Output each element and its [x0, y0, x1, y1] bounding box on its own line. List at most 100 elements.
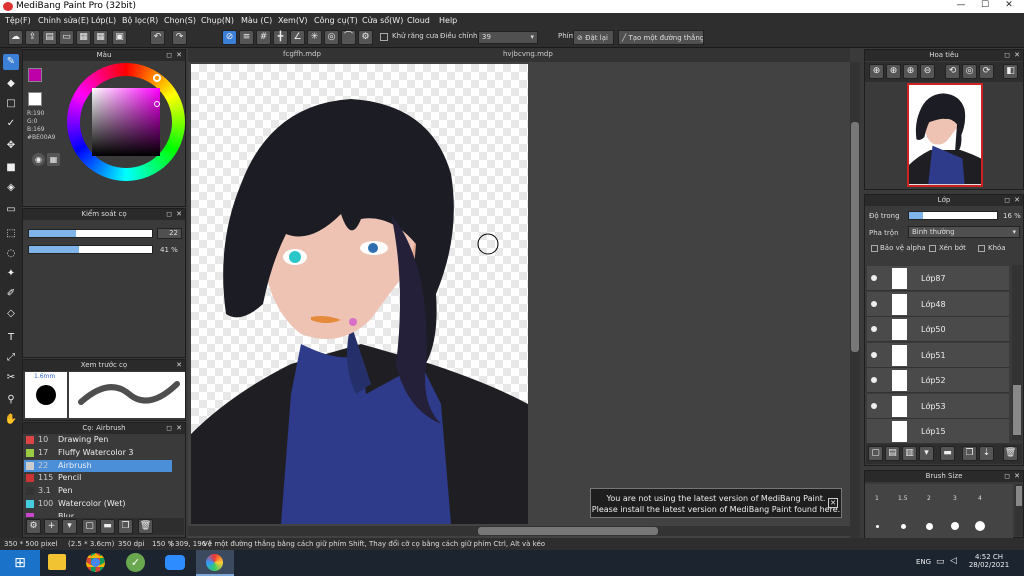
delete-layer-icon[interactable]: 🗑 — [1003, 446, 1018, 461]
brush-list-item[interactable]: 100 Watercolor (Wet) — [24, 498, 172, 510]
layer-row[interactable]: Lớp15 — [867, 419, 1009, 444]
close-panel-icon[interactable]: ✕ — [1014, 50, 1020, 61]
angle-snap-icon[interactable]: ∠ — [290, 30, 305, 45]
brush-list-item[interactable]: 3.1 Pen — [24, 485, 172, 497]
brush-size-grid[interactable]: 1 1.5 2 3 4 — [865, 484, 1013, 538]
size-dot[interactable] — [926, 523, 933, 530]
menu-select[interactable]: Chọn(S) — [164, 16, 196, 25]
close-panel-icon[interactable]: ✕ — [176, 360, 182, 371]
layer-options-icon[interactable]: ▾ — [919, 446, 934, 461]
new-file-icon[interactable]: ☁ — [8, 30, 23, 45]
menu-tools[interactable]: Công cụ(T) — [314, 16, 358, 25]
brush-size-scrollbar[interactable] — [1015, 484, 1023, 536]
brush-tool-icon[interactable]: ✎ — [3, 54, 19, 70]
dock-icon[interactable]: ◻ — [166, 423, 172, 434]
save-icon[interactable]: ▤ — [42, 30, 57, 45]
delete-brush-icon[interactable]: 🗑 — [138, 519, 153, 534]
new-halftone-layer-icon[interactable]: ▥ — [902, 446, 917, 461]
gradient-tool-icon[interactable]: ▭ — [3, 202, 19, 218]
menu-edit[interactable]: Chỉnh sửa(E) — [38, 16, 89, 25]
brush-list-item[interactable]: 115 Pencil — [24, 472, 172, 484]
select-tool-icon[interactable]: ⬚ — [3, 226, 19, 242]
dock-icon[interactable]: ◻ — [1004, 50, 1010, 61]
blend-mode-select[interactable]: Bình thường ▾ — [908, 226, 1020, 238]
settings-snap-icon[interactable]: ⚙ — [358, 30, 373, 45]
brush-list-item[interactable]: 10 Drawing Pen — [24, 434, 172, 446]
layer-row[interactable]: Lớp52 — [867, 368, 1009, 393]
update-notice[interactable]: You are not using the latest version of … — [590, 488, 842, 518]
navigator-thumbnail[interactable] — [907, 83, 983, 187]
medibang-taskbar-button[interactable] — [196, 550, 234, 576]
maximize-button[interactable]: ☐ — [972, 0, 998, 13]
saturation-value-square[interactable] — [92, 88, 160, 156]
eraser-tool-icon[interactable]: ◆ — [3, 76, 19, 92]
sv-handle[interactable] — [154, 101, 160, 107]
close-button[interactable]: ✕ — [996, 0, 1022, 13]
size-preset-4[interactable]: 4 — [978, 495, 982, 502]
new-color-layer-icon[interactable]: ▤ — [885, 446, 900, 461]
select-eraser-icon[interactable]: ◇ — [3, 306, 19, 322]
close-notice-icon[interactable]: ✕ — [828, 498, 838, 508]
visibility-icon[interactable] — [871, 275, 877, 281]
menu-layer[interactable]: Lớp(L) — [91, 16, 116, 25]
vertical-scrollbar[interactable] — [850, 62, 860, 538]
snap-off-icon[interactable]: ⊘ — [222, 30, 237, 45]
bandicam-icon[interactable]: ✓ — [126, 553, 145, 572]
lock-checkbox[interactable] — [978, 245, 985, 252]
duplicate-layer-icon[interactable]: ❐ — [962, 446, 977, 461]
circle-snap-icon[interactable]: ◎ — [324, 30, 339, 45]
menu-window[interactable]: Cửa sổ(W) — [362, 16, 403, 25]
secondary-color-swatch[interactable] — [28, 92, 42, 106]
protect-alpha-checkbox[interactable] — [871, 245, 878, 252]
straight-line-button[interactable]: ╱ Tạo một đường thẳng — [618, 30, 704, 45]
divide-tool-icon[interactable]: ✂ — [3, 370, 19, 386]
grid-snap-icon[interactable]: # — [256, 30, 271, 45]
size-dot[interactable] — [975, 521, 985, 531]
zoom-search-icon[interactable]: ⊕ — [903, 64, 918, 79]
minimize-button[interactable]: — — [948, 0, 974, 13]
size-preset-3[interactable]: 3 — [953, 495, 957, 502]
size-dot[interactable] — [876, 525, 879, 528]
windows-start-icon[interactable]: ⊞ — [0, 550, 40, 576]
menu-file[interactable]: Tệp(F) — [5, 16, 31, 25]
zoom-fit-icon[interactable]: ⊕ — [886, 64, 901, 79]
visibility-icon[interactable] — [871, 300, 877, 307]
magic-wand-icon[interactable]: ✦ — [3, 266, 19, 282]
layer-row[interactable]: Lớp50 — [867, 317, 1009, 342]
visibility-icon[interactable] — [871, 351, 877, 358]
radial-snap-icon[interactable]: ✳ — [307, 30, 322, 45]
zoom-in-icon[interactable]: ⊕ — [869, 64, 884, 79]
redo-icon[interactable]: ↷ — [172, 30, 187, 45]
brush-size-value[interactable]: 22 — [157, 228, 182, 239]
text-tool-icon[interactable]: T — [3, 330, 19, 346]
primary-color-swatch[interactable] — [28, 68, 42, 82]
swatch-icon[interactable]: ▦ — [47, 153, 60, 166]
brush-list-item[interactable]: 22 Airbrush — [24, 459, 172, 472]
undo-icon[interactable]: ↶ — [150, 30, 165, 45]
file-explorer-icon[interactable] — [48, 554, 66, 570]
menu-filter[interactable]: Bộ lọc(R) — [122, 16, 158, 25]
rect-fill-icon[interactable]: ■ — [3, 160, 19, 176]
reset-button[interactable]: ⊘ Đặt lại — [573, 30, 614, 45]
size-preset-2[interactable]: 2 — [927, 495, 931, 502]
rotate-right-icon[interactable]: ⟳ — [979, 64, 994, 79]
lasso-tool-icon[interactable]: ◌ — [3, 246, 19, 262]
horizontal-scrollbar[interactable] — [188, 526, 850, 536]
brush-folder-icon[interactable]: ▬ — [100, 519, 115, 534]
layer-scroll-thumb[interactable] — [1013, 385, 1021, 435]
dock-icon[interactable]: ◻ — [166, 50, 172, 61]
line-tool-icon[interactable]: ✓ — [3, 116, 19, 132]
chrome-icon[interactable] — [86, 553, 105, 572]
palette-icon[interactable]: ◉ — [32, 153, 45, 166]
dock-icon[interactable]: ◻ — [166, 209, 172, 220]
menu-capture[interactable]: Chụp(N) — [201, 16, 234, 25]
layer-scrollbar[interactable] — [1012, 265, 1022, 440]
visibility-icon[interactable] — [871, 402, 877, 409]
size-preset-1[interactable]: 1 — [875, 495, 879, 502]
operation-tool-icon[interactable]: ⤢ — [3, 350, 19, 366]
menu-help[interactable]: Help — [439, 16, 457, 25]
visibility-icon[interactable] — [871, 326, 877, 332]
close-panel-icon[interactable]: ✕ — [1014, 471, 1020, 482]
brush-opacity-slider[interactable] — [28, 245, 153, 254]
size-dot[interactable] — [901, 524, 906, 529]
